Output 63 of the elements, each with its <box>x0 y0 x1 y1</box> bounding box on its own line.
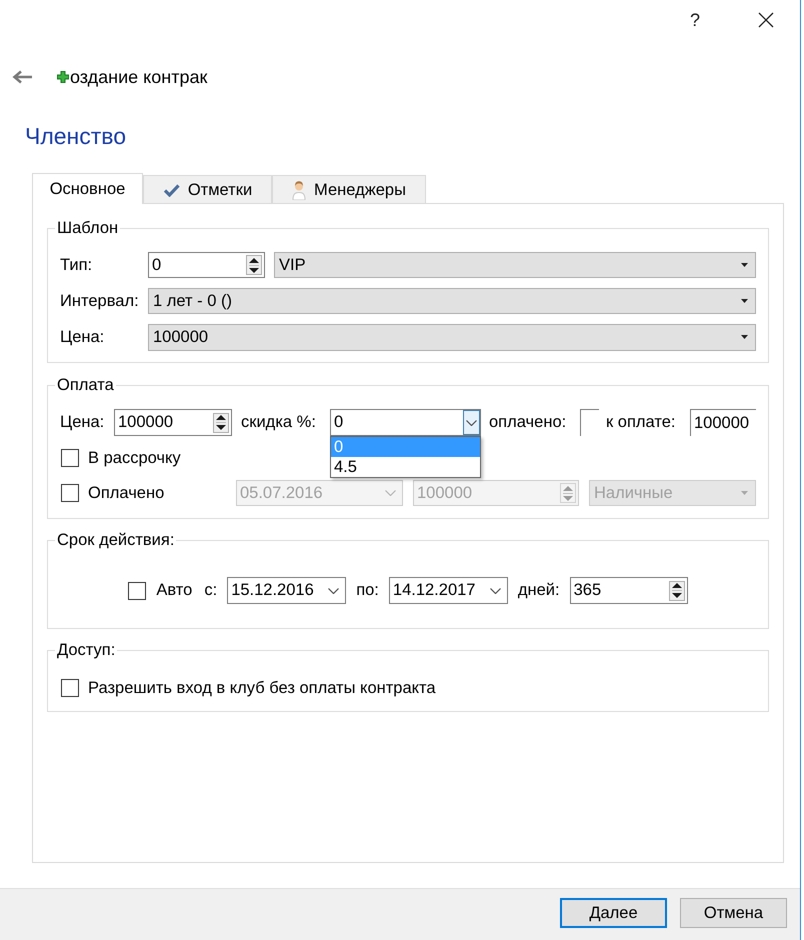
dialog-button[interactable]: Отмена <box>680 898 787 928</box>
field-label: оплачено: <box>489 412 568 434</box>
number-field[interactable]: 100000 <box>114 409 232 436</box>
dropdown[interactable]: 1 лет - 0 () <box>148 288 756 314</box>
checkbox-label: Разрешить вход в клуб без оплаты контракта <box>88 678 436 699</box>
dropdown-button[interactable] <box>463 410 480 435</box>
up-down-arrows-icon <box>672 583 682 598</box>
field-label: с: <box>204 580 218 602</box>
checkbox-label: В рассрочку <box>88 448 181 469</box>
tab[interactable]: Основное <box>32 173 143 204</box>
field-label: Интервал: <box>60 290 140 312</box>
number-field[interactable]: 365 <box>570 577 688 604</box>
field-label: скидка %: <box>241 412 317 434</box>
caret-down-icon <box>741 263 748 267</box>
chevron-down-icon <box>385 490 396 496</box>
tab[interactable]: Менеджеры <box>272 175 426 204</box>
caret-down-icon <box>741 299 748 303</box>
checkbox[interactable] <box>128 582 146 600</box>
header-title: оздание контрак <box>70 66 208 89</box>
plus-icon <box>57 71 69 83</box>
checkbox[interactable] <box>61 679 79 697</box>
spin-button[interactable] <box>668 580 685 600</box>
chevron-down-icon <box>466 420 477 426</box>
group-title: Срок действия: <box>56 531 176 549</box>
person-icon <box>292 180 306 200</box>
field-label: Тип: <box>60 254 94 276</box>
caret-down-icon <box>741 491 748 495</box>
spin-button[interactable] <box>213 412 229 432</box>
dropdown[interactable]: 100000 <box>148 324 756 350</box>
up-down-arrows-icon <box>249 258 259 272</box>
checkbox-label: Оплачено <box>88 482 166 504</box>
field-label: к оплате: <box>606 412 676 434</box>
text-field[interactable]: 100000 <box>690 409 756 436</box>
checkbox[interactable] <box>61 484 79 502</box>
checkbox-label: Авто <box>156 580 192 602</box>
dialog-button[interactable]: Далее <box>560 898 667 928</box>
dropdown-option[interactable]: 4.5 <box>331 457 480 477</box>
up-down-arrows-icon <box>216 415 226 430</box>
field-label: дней: <box>518 580 560 602</box>
checkbox[interactable] <box>61 449 79 467</box>
chevron-down-icon <box>328 588 340 594</box>
group-title: Доступ: <box>56 641 116 659</box>
dropdown[interactable]: 0 <box>330 409 481 436</box>
chevron-down-icon <box>490 588 501 594</box>
caret-down-icon <box>741 335 748 339</box>
spin-button[interactable] <box>246 255 262 275</box>
up-down-arrows-icon <box>563 486 573 500</box>
dropdown[interactable]: VIP <box>274 252 756 278</box>
page-title: Членство <box>25 122 126 151</box>
field-label: по: <box>356 580 379 602</box>
date-picker[interactable]: 14.12.2017 <box>388 577 508 604</box>
field-label: Цена: <box>60 412 106 434</box>
help-button[interactable]: ? <box>672 4 718 36</box>
date-picker[interactable]: 15.12.2016 <box>227 577 346 604</box>
close-icon <box>758 12 774 28</box>
back-button[interactable] <box>12 70 32 84</box>
group-title: Шаблон <box>56 219 120 237</box>
group-title: Оплата <box>56 376 115 394</box>
number-field[interactable]: 0 <box>148 252 265 278</box>
checkmark-icon <box>162 183 180 197</box>
tab[interactable]: Отметки <box>143 175 272 204</box>
field-label: Цена: <box>60 326 106 348</box>
arrow-left-icon <box>12 70 32 84</box>
